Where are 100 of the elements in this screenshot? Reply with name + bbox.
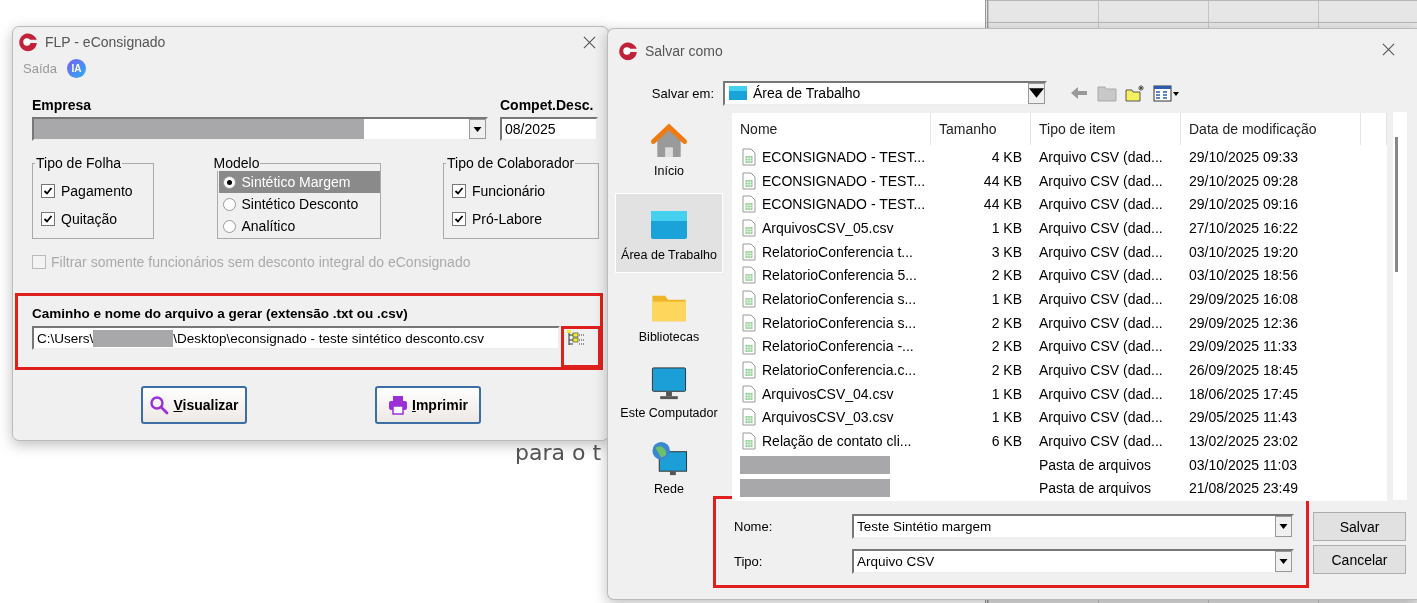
- file-row[interactable]: ArquivosCSV_05.csv 1 KB Arquivo CSV (dad... 27/10/2025 16:22: [732, 216, 1387, 240]
- spreadsheet-file-icon: [742, 171, 756, 190]
- folder-row[interactable]: Pasta de arquivos 21/08/2025 23:49: [732, 476, 1387, 501]
- column-header[interactable]: Data de modificação: [1181, 113, 1361, 145]
- file-type: Arquivo CSV (dad...: [1038, 172, 1164, 189]
- file-date: 13/02/2025 23:02: [1188, 433, 1299, 450]
- file-type: Arquivo CSV (dad...: [1038, 267, 1164, 284]
- spreadsheet-file-icon: [742, 432, 756, 451]
- file-row[interactable]: RelatorioConferencia s... 2 KB Arquivo CSV (dad... 29/09/2025 12:36: [732, 310, 1387, 335]
- file-name: ArquivosCSV_05.csv: [762, 219, 894, 236]
- file-name: ECONSIGNADO - TEST...: [762, 172, 926, 189]
- file-date: 29/10/2025 09:16: [1188, 196, 1299, 213]
- radio-option[interactable]: Sintético Desconto: [218, 193, 380, 215]
- dropdown-field[interactable]: Teste Sintétio margem: [852, 514, 1294, 539]
- column-header[interactable]: Nome: [732, 113, 931, 145]
- place-item[interactable]: Área de Trabalho: [615, 193, 723, 273]
- field-label: Empresa: [32, 97, 93, 113]
- location-dropdown[interactable]: Área de Trabalho: [723, 80, 1047, 106]
- file-date: 29/09/2025 12:36: [1188, 314, 1299, 331]
- place-item[interactable]: Rede: [615, 435, 723, 501]
- field-label: Nome:: [734, 519, 774, 534]
- checkbox[interactable]: [41, 212, 55, 226]
- search-icon: [149, 395, 170, 415]
- file-row[interactable]: Relação de contato cli... 6 KB Arquivo CSV (dad... 13/02/2025 23:02: [732, 429, 1387, 453]
- logo-icon: [17, 31, 39, 53]
- file-name: RelatorioConferencia -...: [762, 338, 914, 355]
- file-row[interactable]: RelatorioConferencia -... 2 KB Arquivo CSV (dad... 29/09/2025 11:33: [732, 334, 1387, 359]
- file-size: 2 KB: [990, 267, 1023, 284]
- field-label: Compet.Desc.: [500, 97, 595, 113]
- desktop-icon: [729, 86, 747, 100]
- action-button[interactable]: Imprimir: [375, 386, 481, 424]
- dropdown-button[interactable]: [1028, 82, 1045, 104]
- file-type: Arquivo CSV (dad...: [1038, 409, 1164, 426]
- file-row[interactable]: ArquivosCSV_03.csv 1 KB Arquivo CSV (dad... 29/05/2025 11:43: [732, 405, 1387, 430]
- field-label: Salvar em:: [650, 85, 715, 101]
- file-name: RelatorioConferencia s...: [762, 314, 917, 331]
- dialog-button[interactable]: Salvar: [1313, 512, 1406, 541]
- logo-icon: [617, 40, 639, 62]
- file-name: RelatorioConferencia s...: [762, 290, 917, 307]
- file-row[interactable]: ECONSIGNADO - TEST... 44 KB Arquivo CSV (dad... 29/10/2025 09:28: [732, 168, 1387, 193]
- place-item[interactable]: Início: [615, 117, 723, 183]
- checkbox[interactable]: [41, 184, 55, 198]
- dropdown-button[interactable]: [1275, 516, 1292, 537]
- spreadsheet-file-icon: [742, 337, 756, 356]
- file-row[interactable]: ECONSIGNADO - TEST... 44 KB Arquivo CSV (dad... 29/10/2025 09:16: [732, 192, 1387, 217]
- period-field[interactable]: 08/2025: [500, 117, 598, 141]
- scrollbar[interactable]: [1393, 112, 1407, 500]
- background-text: para o t: [515, 440, 602, 465]
- file-name: RelatorioConferencia t...: [762, 243, 913, 260]
- file-size: 1 KB: [990, 385, 1023, 402]
- folder-row[interactable]: Pasta de arquivos 03/10/2025 11:03: [732, 452, 1387, 477]
- file-type: Pasta de arquivos: [1038, 456, 1153, 473]
- field-label: Tipo:: [734, 554, 764, 569]
- new-folder-icon[interactable]: [1125, 84, 1145, 102]
- dialog-button[interactable]: Cancelar: [1313, 545, 1406, 574]
- spreadsheet-file-icon: [742, 313, 756, 332]
- column-header[interactable]: Tipo de item: [1031, 113, 1181, 145]
- spreadsheet-file-icon: [742, 384, 756, 403]
- file-row[interactable]: RelatorioConferencia 5... 2 KB Arquivo CSV (dad... 03/10/2025 18:56: [732, 263, 1387, 288]
- file-type: Arquivo CSV (dad...: [1038, 433, 1164, 450]
- place-item[interactable]: Bibliotecas: [615, 283, 723, 349]
- group-title: Tipo de Colaborador: [446, 155, 576, 171]
- close-icon[interactable]: [1380, 41, 1397, 58]
- file-row[interactable]: ECONSIGNADO - TEST... 4 KB Arquivo CSV (dad... 29/10/2025 09:33: [732, 145, 1387, 169]
- file-type: Arquivo CSV (dad...: [1038, 290, 1164, 307]
- spreadsheet-file-icon: [742, 289, 756, 308]
- checkbox[interactable]: [452, 184, 466, 198]
- dropdown-button[interactable]: [1275, 551, 1292, 572]
- file-size: 4 KB: [990, 148, 1023, 165]
- spreadsheet-file-icon: [742, 218, 756, 237]
- file-type: Arquivo CSV (dad...: [1038, 219, 1164, 236]
- dropdown-field[interactable]: Arquivo CSV: [852, 549, 1294, 574]
- assistant-badge[interactable]: IA: [67, 58, 86, 78]
- place-item[interactable]: Este Computador: [615, 359, 723, 425]
- checkbox[interactable]: [452, 212, 466, 226]
- checkbox-label: Pagamento: [61, 183, 133, 199]
- caret-icon: [1279, 559, 1288, 564]
- file-row[interactable]: RelatorioConferencia.c... 2 KB Arquivo CSV (dad... 26/09/2025 18:45: [732, 358, 1387, 382]
- radio-option[interactable]: Analítico: [218, 215, 380, 237]
- caret-icon: [1029, 86, 1044, 100]
- path-field[interactable]: C:\Users\ \Desktop\econsignado - teste sintético desconto.csv: [32, 326, 560, 350]
- column-header[interactable]: Tamanho: [931, 113, 1031, 145]
- file-size: 2 KB: [990, 362, 1023, 379]
- spreadsheet-file-icon: [742, 195, 756, 214]
- company-dropdown[interactable]: [32, 117, 488, 141]
- file-size: 1 KB: [990, 290, 1023, 307]
- action-button[interactable]: Visualizar: [141, 386, 247, 424]
- file-date: 27/10/2025 16:22: [1188, 219, 1299, 236]
- dropdown-button[interactable]: [469, 119, 486, 139]
- file-row[interactable]: ArquivosCSV_04.csv 1 KB Arquivo CSV (dad... 18/06/2025 17:45: [732, 381, 1387, 406]
- view-menu-icon[interactable]: [1153, 84, 1179, 102]
- file-row[interactable]: RelatorioConferencia t... 3 KB Arquivo CSV (dad... 03/10/2025 19:20: [732, 239, 1387, 264]
- file-date: 29/10/2025 09:33: [1188, 148, 1299, 165]
- file-name: ECONSIGNADO - TEST...: [762, 148, 926, 165]
- file-size: 44 KB: [982, 172, 1023, 189]
- file-row[interactable]: RelatorioConferencia s... 1 KB Arquivo CSV (dad... 29/09/2025 16:08: [732, 287, 1387, 311]
- file-name: RelatorioConferencia 5...: [762, 267, 917, 284]
- file-date: 03/10/2025 18:56: [1188, 267, 1299, 284]
- scrollbar-thumb[interactable]: [1395, 137, 1398, 272]
- file-date: 18/06/2025 17:45: [1188, 385, 1299, 402]
